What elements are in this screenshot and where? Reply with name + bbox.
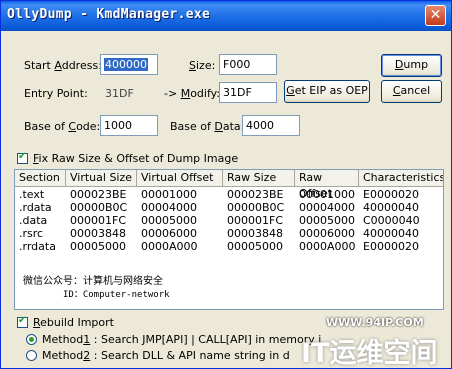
entry-point-label: Entry Point: (24, 87, 88, 100)
cancel-button[interactable]: Cancel (381, 80, 442, 103)
method1-label[interactable]: Method1 : Search JMP[API] | CALL[API] in… (42, 333, 321, 346)
site-watermark-logo: IT运维空间 (301, 338, 438, 369)
fix-raw-label[interactable]: Fix Raw Size & Offset of Dump Image (33, 152, 238, 165)
dump-button[interactable]: Dump (381, 54, 442, 77)
table-cell: C0000040 (363, 214, 420, 227)
table-cell: 00000B0C (227, 201, 285, 214)
rebuild-import-checkbox[interactable] (17, 315, 28, 328)
base-of-code-label: Base of Code: (24, 120, 101, 133)
base-of-code-input[interactable]: 1000 (100, 115, 158, 136)
get-eip-as-oep-button[interactable]: Get EIP as OEP (284, 80, 370, 103)
column-header-virtual-offset[interactable]: Virtual Offset (137, 170, 223, 187)
table-cell: .rdata (19, 201, 52, 214)
table-cell: 00006000 (299, 227, 355, 240)
modify-input[interactable]: 31DF (219, 82, 277, 103)
table-cell: .data (19, 214, 48, 227)
table-cell: 000001FC (227, 214, 283, 227)
table-cell: 00003848 (227, 227, 283, 240)
start-address-input[interactable]: 400000 (100, 54, 158, 75)
sections-table[interactable]: Section Virtual Size Virtual Offset Raw … (14, 169, 444, 310)
site-watermark-url: WWW.94IP.COM (326, 316, 424, 329)
column-header-raw-offset[interactable]: Raw Offset (295, 170, 359, 200)
table-cell: E0000020 (363, 240, 419, 253)
watermark-wechat-line: 微信公众号：计算机与网络安全 (23, 276, 163, 287)
column-header-characteristics[interactable]: Characteristics (359, 170, 443, 187)
table-cell: 00005000 (227, 240, 283, 253)
table-cell: .rrdata (19, 240, 56, 253)
table-cell: 00006000 (141, 227, 197, 240)
title-bar[interactable]: OllyDump - KmdManager.exe ✕ (1, 1, 451, 31)
method1-radio[interactable] (26, 334, 37, 345)
table-cell: 000023BE (227, 188, 284, 201)
table-cell: 00000B0C (70, 201, 128, 214)
base-of-data-input[interactable]: 4000 (242, 115, 300, 136)
table-cell: 0000A000 (141, 240, 198, 253)
close-button[interactable]: ✕ (425, 5, 446, 26)
fix-raw-checkbox[interactable] (17, 151, 28, 164)
table-cell: 00003848 (70, 227, 126, 240)
window-title: OllyDump - KmdManager.exe (7, 7, 211, 22)
method2-label[interactable]: Method2 : Search DLL & API name string i… (42, 349, 290, 362)
base-of-data-label: Base of Data: (170, 120, 245, 133)
column-header-virtual-size[interactable]: Virtual Size (66, 170, 137, 187)
table-cell: 000023BE (70, 188, 127, 201)
table-cell: .text (19, 188, 45, 201)
table-cell: 00001000 (299, 188, 355, 201)
table-cell: 00005000 (141, 214, 197, 227)
table-cell: 00005000 (70, 240, 126, 253)
watermark-id-line: ID：Computer-network (63, 290, 170, 300)
table-cell: 40000040 (363, 227, 419, 240)
modify-label: -> Modify: (164, 87, 221, 100)
column-header-raw-size[interactable]: Raw Size (223, 170, 295, 187)
size-input[interactable]: F000 (219, 54, 277, 75)
size-label: Size: (189, 59, 216, 72)
table-cell: 000001FC (70, 214, 126, 227)
table-cell: E0000020 (363, 188, 419, 201)
rebuild-import-label[interactable]: Rebuild Import (33, 316, 114, 329)
method2-radio[interactable] (26, 350, 37, 361)
table-cell: 0000A000 (299, 240, 356, 253)
table-cell: 00005000 (299, 214, 355, 227)
start-address-label: Start Address: (24, 59, 102, 72)
entry-point-value: 31DF (105, 87, 134, 100)
table-cell: .rsrc (19, 227, 44, 240)
table-cell: 00004000 (141, 201, 197, 214)
ollydump-dialog: OllyDump - KmdManager.exe ✕ Start Addres… (0, 0, 452, 369)
table-cell: 00004000 (299, 201, 355, 214)
table-cell: 40000040 (363, 201, 419, 214)
close-icon: ✕ (429, 7, 442, 23)
column-header-section[interactable]: Section (15, 170, 66, 187)
table-cell: 00001000 (141, 188, 197, 201)
